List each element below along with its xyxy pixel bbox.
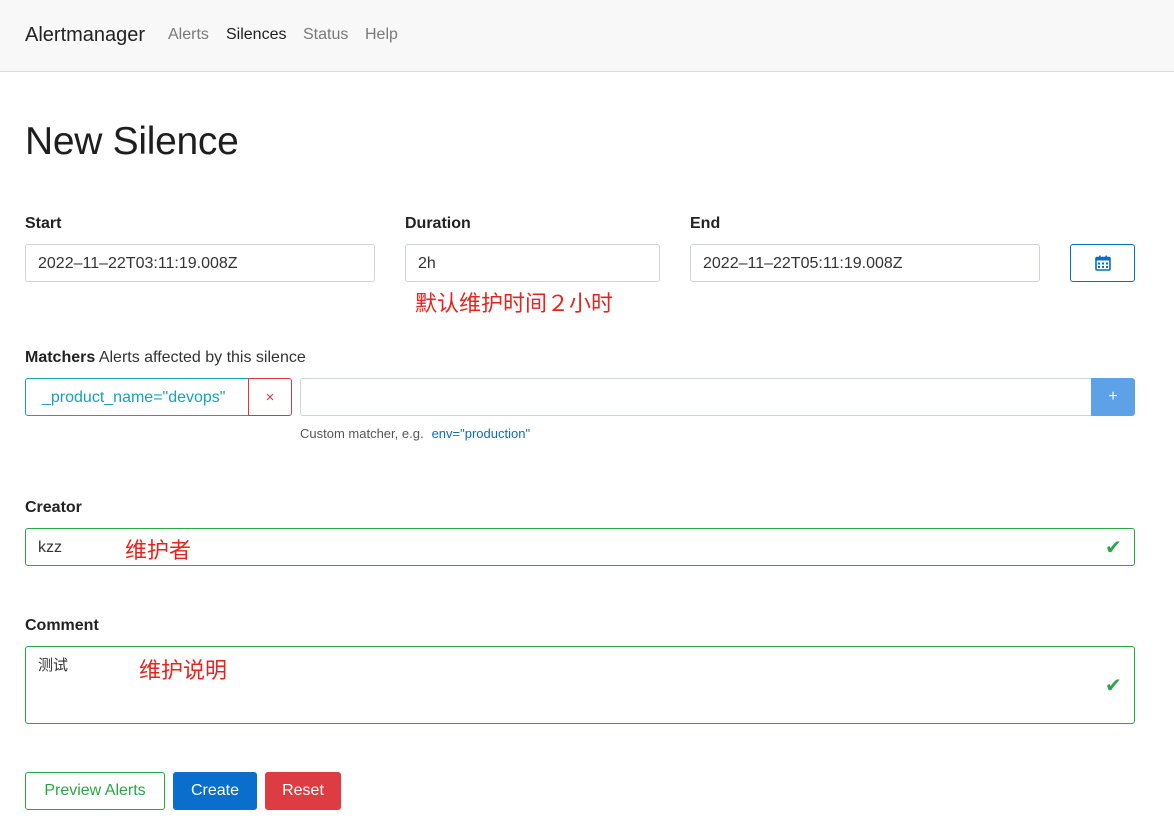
- duration-label: Duration: [405, 215, 471, 232]
- nav-silences[interactable]: Silences: [226, 26, 286, 44]
- calendar-button[interactable]: [1070, 244, 1135, 282]
- nav-status[interactable]: Status: [303, 26, 348, 44]
- plus-icon: +: [1108, 388, 1118, 405]
- nav-help[interactable]: Help: [365, 26, 398, 44]
- nav-alerts[interactable]: Alerts: [168, 26, 209, 44]
- creator-annotation: 维护者: [125, 539, 192, 564]
- close-icon: ×: [265, 388, 275, 406]
- duration-input[interactable]: 2h: [405, 244, 660, 282]
- create-button[interactable]: Create: [173, 772, 257, 810]
- matchers-description: Alerts affected by this silence: [98, 349, 306, 366]
- add-matcher-button[interactable]: +: [1091, 378, 1135, 416]
- reset-button[interactable]: Reset: [265, 772, 341, 810]
- matchers-label: Matchers: [25, 349, 96, 366]
- creator-input[interactable]: kzz: [25, 528, 1135, 566]
- comment-label: Comment: [25, 617, 99, 634]
- matcher-help-text: Custom matcher, e.g.: [300, 426, 424, 441]
- brand-link[interactable]: Alertmanager: [25, 24, 145, 47]
- start-input[interactable]: 2022–11–22T03:11:19.008Z: [25, 244, 375, 282]
- new-matcher-input[interactable]: [300, 378, 1092, 416]
- matcher-example-link[interactable]: env="production": [432, 426, 531, 441]
- start-label: Start: [25, 215, 62, 232]
- creator-valid-check-icon: ✔: [1105, 537, 1122, 559]
- end-input[interactable]: 2022–11–22T05:11:19.008Z: [690, 244, 1040, 282]
- matchers-heading: Matchers Alerts affected by this silence: [25, 349, 306, 367]
- navbar: Alertmanager Alerts Silences Status Help: [0, 0, 1174, 72]
- matcher-chip[interactable]: _product_name="devops": [25, 378, 249, 416]
- preview-alerts-button[interactable]: Preview Alerts: [25, 772, 165, 810]
- page-title: New Silence: [25, 120, 239, 163]
- end-label: End: [690, 215, 721, 232]
- comment-valid-check-icon: ✔: [1105, 675, 1122, 697]
- creator-label: Creator: [25, 499, 82, 516]
- duration-annotation: 默认维护时间２小时: [415, 292, 614, 317]
- matcher-remove-button[interactable]: ×: [248, 378, 292, 416]
- matcher-help: Custom matcher, e.g. env="production": [300, 426, 530, 441]
- calendar-icon: [1094, 255, 1111, 271]
- comment-annotation: 维护说明: [139, 659, 228, 684]
